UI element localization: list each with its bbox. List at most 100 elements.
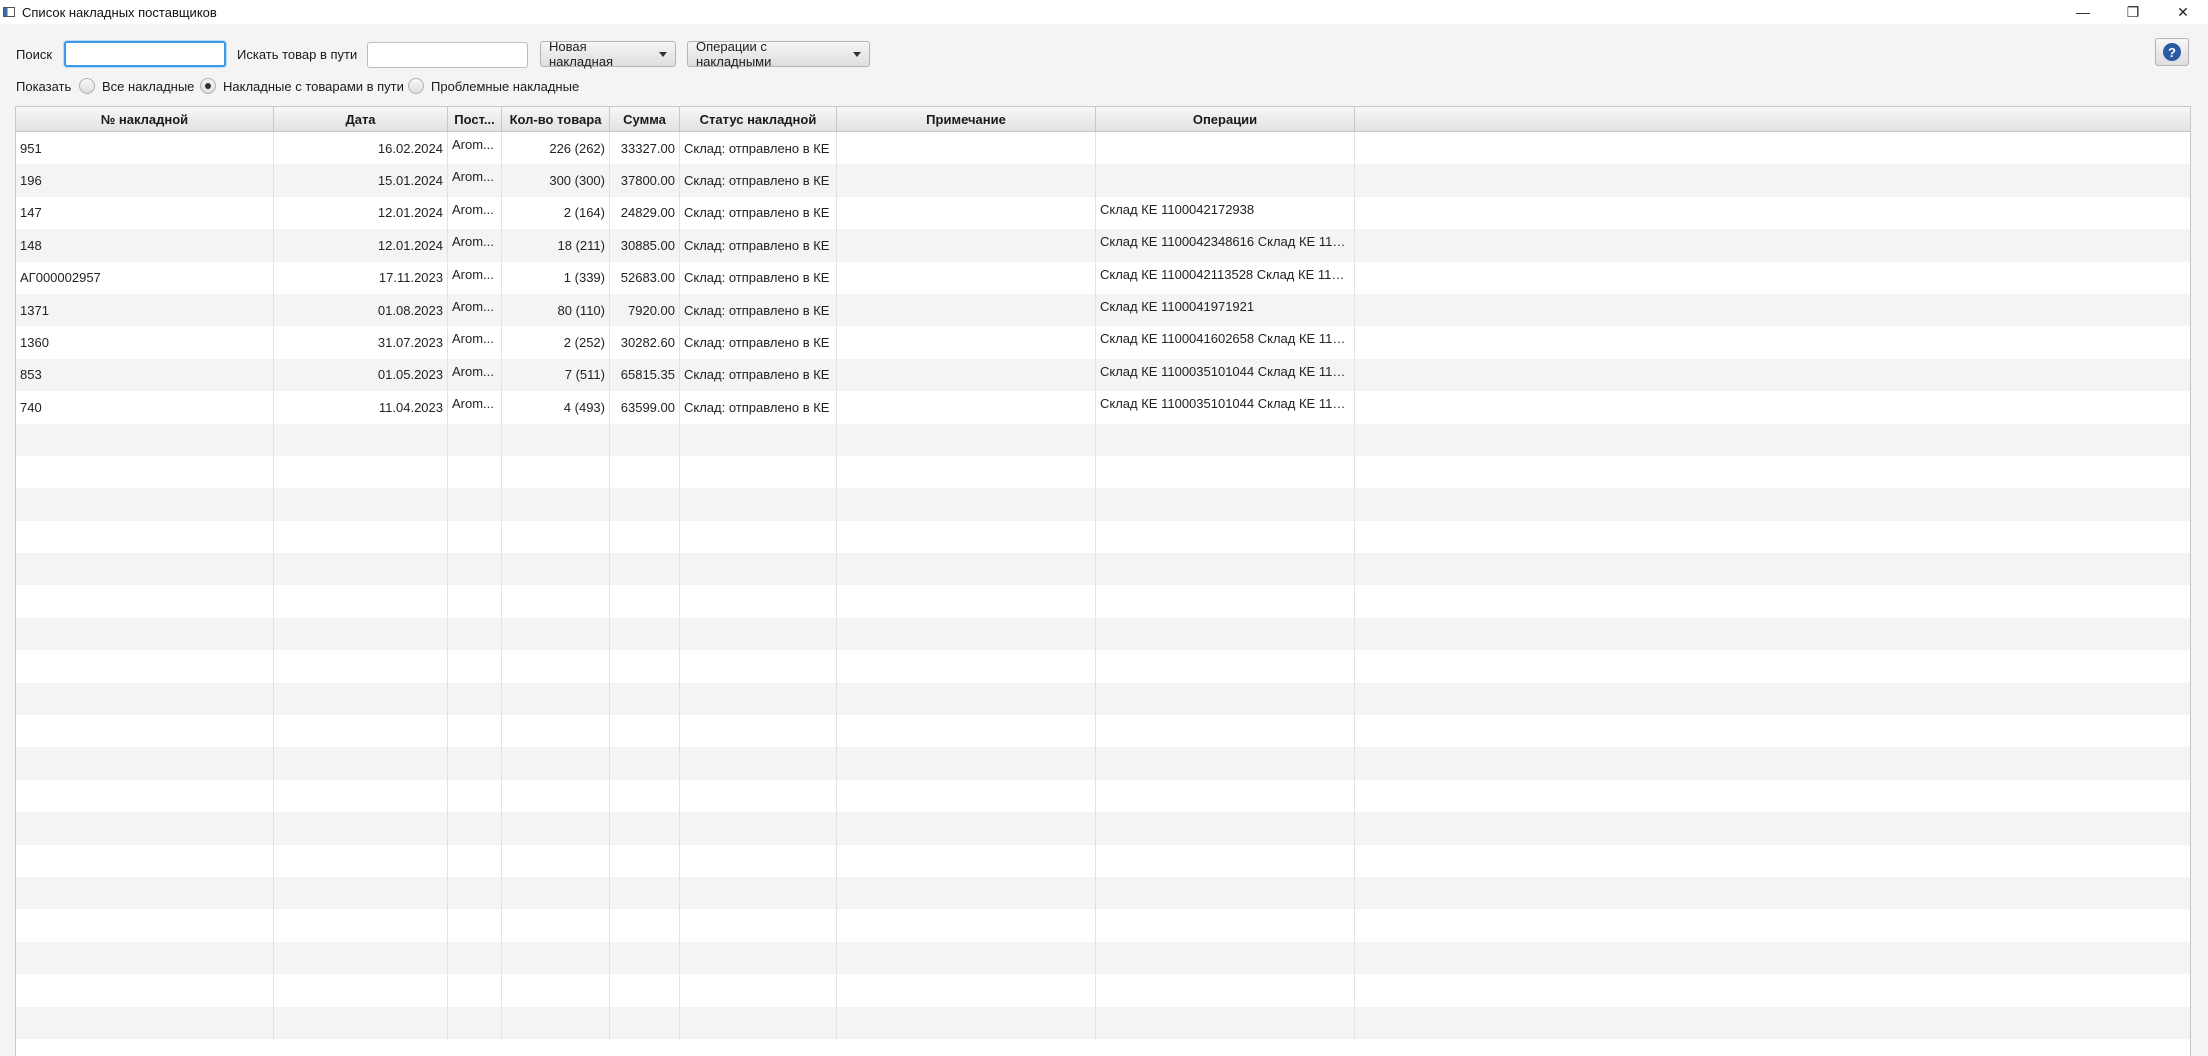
cell-operations-text: Склад КЕ 1100041602658 Склад КЕ 11000... [1100,331,1350,347]
radio-problem-invoices-label[interactable]: Проблемные накладные [431,79,579,94]
cell-filler [1355,553,2190,585]
table-row[interactable]: 1371 01.08.2023 Arom... 80 (110) 7920.00 Скла… [16,293,2190,327]
help-icon: ? [2163,43,2181,61]
cell-quantity: 2 (252) [502,326,610,359]
search-label: Поиск [16,47,53,62]
empty-row[interactable] [16,488,2190,521]
cell-supplier [448,779,502,813]
cell-number: АГ000002957 [16,261,274,294]
cell-status: Склад: отправлено в КЕ [680,391,837,424]
cell-quantity-text: 226 (262) [549,140,605,156]
table-row[interactable]: 147 12.01.2024 Arom... 2 (164) 24829.00 Склад… [16,196,2190,230]
cell-quantity [502,617,610,651]
empty-row[interactable] [16,876,2190,910]
empty-row[interactable] [16,520,2190,554]
radio-all-invoices[interactable] [79,78,95,94]
column-header-filler [1355,107,2190,131]
cell-filler [1355,909,2190,941]
transit-search-input[interactable] [367,42,528,68]
invoice-operations-dropdown[interactable]: Операции с накладными [687,39,870,69]
minimize-button[interactable]: — [2058,0,2108,24]
cell-status [680,650,837,683]
radio-problem-invoices[interactable] [408,78,424,94]
cell-sum: 52683.00 [610,261,680,294]
cell-date-text: 16.02.2024 [377,140,443,156]
cell-quantity-text: 1 (339) [563,270,605,286]
cell-status: Склад: отправлено в КЕ [680,358,837,392]
empty-row[interactable] [16,423,2190,456]
cell-filler [1355,1007,2190,1039]
cell-number [16,585,274,618]
table-row[interactable]: 740 11.04.2023 Arom... 4 (493) 63599.00 Склад… [16,391,2190,424]
cell-status [680,423,837,456]
empty-row[interactable] [16,747,2190,780]
new-invoice-dropdown[interactable]: Новая накладная [540,39,676,69]
cell-date-text: 31.07.2023 [377,335,443,351]
empty-row[interactable] [16,909,2190,942]
empty-row[interactable] [16,617,2190,651]
restore-button[interactable]: ❐ [2108,0,2158,24]
cell-date: 01.05.2023 [274,358,448,392]
cell-supplier: Arom... [448,164,502,197]
column-header-date[interactable]: Дата [274,107,448,131]
column-header-supplier[interactable]: Пост... [448,107,502,131]
radio-transit-invoices-label[interactable]: Накладные с товарами в пути [223,79,404,94]
cell-number: 1371 [16,293,274,327]
empty-row[interactable] [16,1006,2190,1039]
cell-number-text: 148 [20,237,42,253]
empty-row[interactable] [16,682,2190,716]
empty-row[interactable] [16,650,2190,683]
cell-filler [1355,294,2190,326]
empty-row[interactable] [16,455,2190,489]
column-header-sum[interactable]: Сумма [610,107,680,131]
cell-sum [610,682,680,716]
close-button[interactable]: ✕ [2158,0,2208,24]
table-row[interactable]: 951 16.02.2024 Arom... 226 (262) 33327.00 Скл… [16,132,2190,165]
table-row[interactable]: 196 15.01.2024 Arom... 300 (300) 37800.00 Скл… [16,164,2190,197]
column-header-note[interactable]: Примечание [837,107,1096,131]
table-row[interactable]: 853 01.05.2023 Arom... 7 (511) 65815.35 Склад… [16,358,2190,392]
cell-filler [1355,942,2190,974]
cell-status: Склад: отправлено в КЕ [680,229,837,262]
cell-sum [610,941,680,975]
cell-filler [1355,488,2190,520]
radio-transit-invoices[interactable] [200,78,216,94]
help-button[interactable]: ? [2155,38,2189,66]
column-header-quantity[interactable]: Кол-во товара [502,107,610,131]
cell-operations [1096,455,1355,489]
empty-row[interactable] [16,553,2190,586]
cell-operations [1096,132,1355,165]
cell-filler [1355,229,2190,261]
cell-date [274,520,448,554]
cell-supplier [448,650,502,683]
cell-date [274,812,448,845]
cell-supplier [448,682,502,716]
search-input[interactable] [64,41,226,67]
cell-filler [1355,164,2190,196]
cell-operations [1096,715,1355,748]
table-row[interactable]: 148 12.01.2024 Arom... 18 (211) 30885.00 Скла… [16,229,2190,262]
cell-filler [1355,359,2190,391]
empty-row[interactable] [16,941,2190,975]
cell-note [837,650,1096,683]
cell-operations [1096,682,1355,716]
empty-row[interactable] [16,844,2190,877]
column-header-operations[interactable]: Операции [1096,107,1355,131]
empty-row[interactable] [16,715,2190,748]
cell-sum [610,423,680,456]
cell-date [274,585,448,618]
cell-date [274,1006,448,1039]
cell-operations [1096,553,1355,586]
column-header-number[interactable]: № накладной [16,107,274,131]
cell-date [274,779,448,813]
radio-all-invoices-label[interactable]: Все накладные [102,79,194,94]
table-row[interactable]: АГ000002957 17.11.2023 Arom... 1 (339) 52683… [16,261,2190,294]
empty-row[interactable] [16,812,2190,845]
column-header-status[interactable]: Статус накладной [680,107,837,131]
table-row[interactable]: 1360 31.07.2023 Arom... 2 (252) 30282.60 Скла… [16,326,2190,359]
empty-row[interactable] [16,779,2190,813]
cell-operations [1096,941,1355,975]
empty-row[interactable] [16,585,2190,618]
empty-row[interactable] [16,974,2190,1007]
cell-supplier [448,1006,502,1039]
